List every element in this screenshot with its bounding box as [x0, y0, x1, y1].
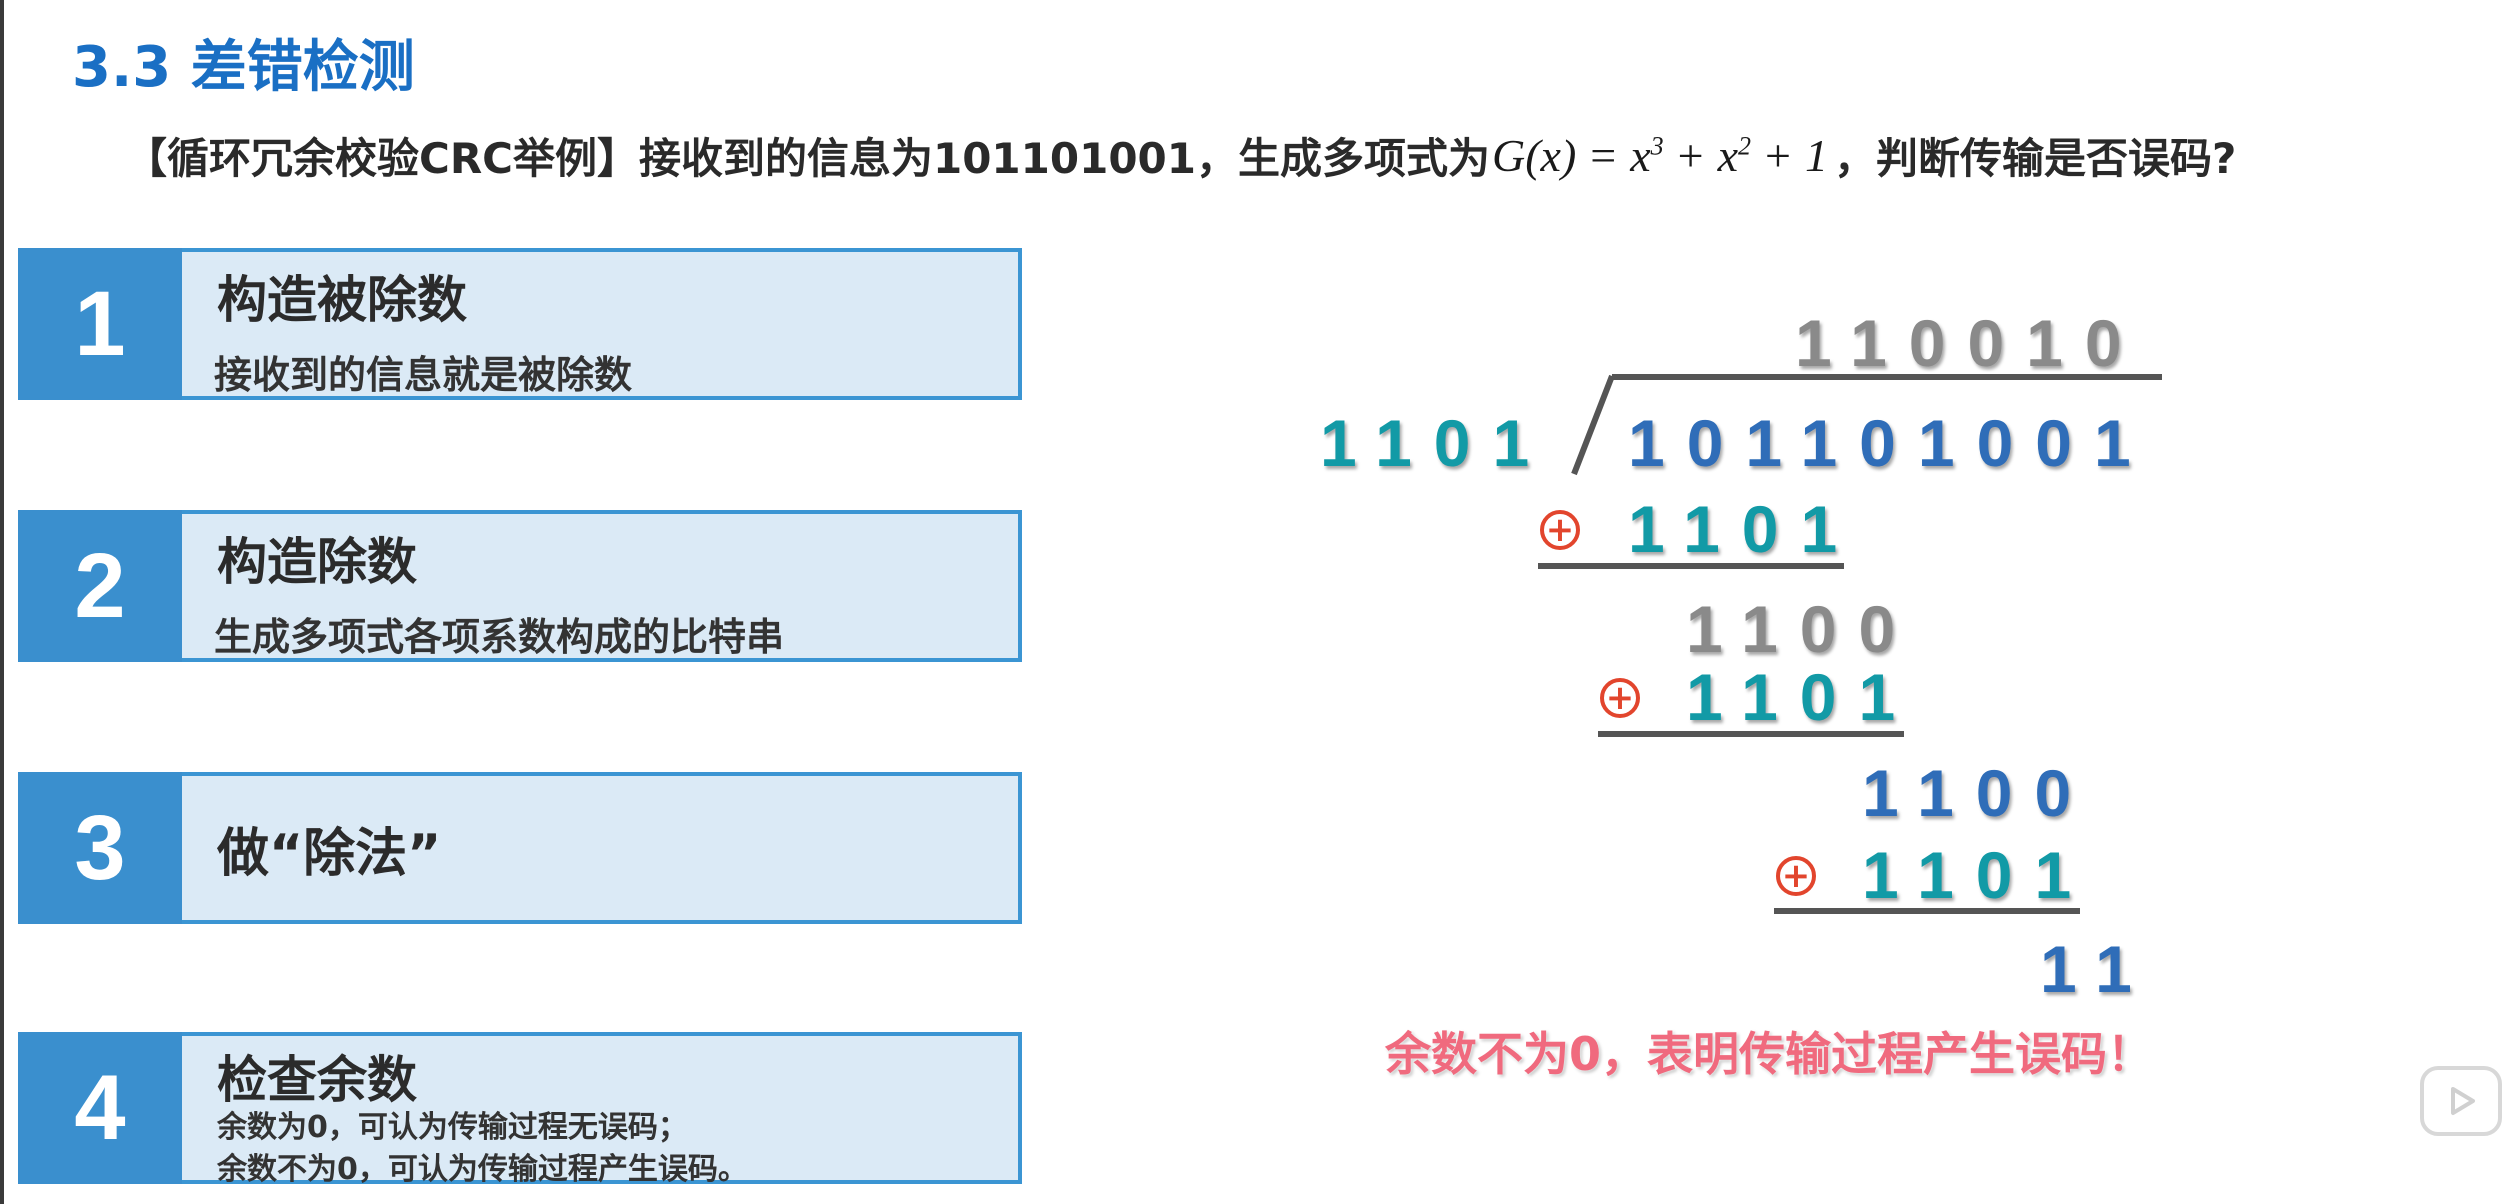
- polynomial-formula: G(x) = x3 + x2 +1: [1492, 129, 1828, 182]
- formula-lhs: G(x): [1492, 129, 1577, 181]
- division-bracket: [1571, 374, 1615, 476]
- formula-term1-exp: 3: [1650, 131, 1664, 161]
- question-text: 【循环冗余校验CRC举例】接收到的信息为101101001，生成多项式为 G(x…: [125, 120, 2236, 190]
- question-prefix: 【循环冗余校验CRC举例】接收到的信息为101101001，生成多项式为: [125, 133, 1491, 183]
- step-number-4: 4: [18, 1032, 182, 1184]
- partial-remainder-2: 1100: [1862, 756, 2094, 830]
- step-subtitle-1: 接收到的信息就是被除数: [214, 353, 633, 397]
- step-card-3: 3 做“除法”: [18, 772, 1022, 924]
- step-number-2: 2: [18, 510, 182, 662]
- step-number-3: 3: [18, 772, 182, 924]
- subtrahend-3: 1101: [1862, 838, 2094, 912]
- play-button[interactable]: [2420, 1066, 2502, 1136]
- question-suffix: ，判断传输是否误码?: [1834, 133, 2237, 183]
- step-card-2: 2 构造除数 生成多项式各项系数构成的比特串: [18, 510, 1022, 662]
- step-title-2: 构造除数: [217, 533, 417, 591]
- step-line-4b: 余数不为0，可认为传输过程产生误码。: [217, 1152, 748, 1187]
- left-border: [0, 0, 4, 1204]
- formula-plus1: +: [1677, 129, 1704, 181]
- formula-plus2: +: [1765, 129, 1791, 181]
- subtraction-line-1: [1538, 563, 1844, 569]
- play-icon: [2451, 1087, 2475, 1115]
- formula-eq: =: [1590, 129, 1617, 181]
- subtraction-line-2: [1598, 731, 1904, 737]
- step-line-4a: 余数为0，可认为传输过程无误码；: [217, 1110, 688, 1145]
- formula-term2: x: [1717, 129, 1739, 181]
- step-number-1: 1: [18, 248, 182, 400]
- slide: 3.3 差错检测 【循环冗余校验CRC举例】接收到的信息为101101001，生…: [0, 0, 2517, 1204]
- formula-term2-exp: 2: [1738, 131, 1752, 161]
- step-subtitle-2: 生成多项式各项系数构成的比特串: [214, 615, 785, 659]
- step-card-1: 1 构造被除数 接收到的信息就是被除数: [18, 248, 1022, 400]
- formula-term3: 1: [1805, 129, 1828, 181]
- divisor: 1101: [1320, 406, 1552, 480]
- division-bar: [1612, 374, 2162, 380]
- conclusion-text: 余数不为0，表明传输过程产生误码！: [1385, 1027, 2154, 1081]
- subtrahend-1: 1101: [1628, 492, 1860, 566]
- subtraction-line-3: [1774, 908, 2080, 914]
- circled-plus-icon: +: [1776, 856, 1816, 896]
- quotient: 110010: [1795, 306, 2144, 380]
- circled-plus-icon: +: [1600, 678, 1640, 718]
- subtrahend-2: 1101: [1686, 660, 1918, 734]
- circled-plus-icon: +: [1540, 510, 1580, 550]
- formula-term1: x: [1630, 129, 1651, 181]
- dividend: 101101001: [1628, 406, 2153, 480]
- step-title-3: 做“除法”: [217, 823, 442, 884]
- step-title-1: 构造被除数: [217, 271, 467, 329]
- partial-remainder-1: 1100: [1686, 592, 1918, 666]
- step-card-4: 4 检查余数 余数为0，可认为传输过程无误码； 余数不为0，可认为传输过程产生误…: [18, 1032, 1022, 1187]
- section-title: 3.3 差错检测: [72, 35, 415, 100]
- remainder: 11: [2040, 932, 2154, 1006]
